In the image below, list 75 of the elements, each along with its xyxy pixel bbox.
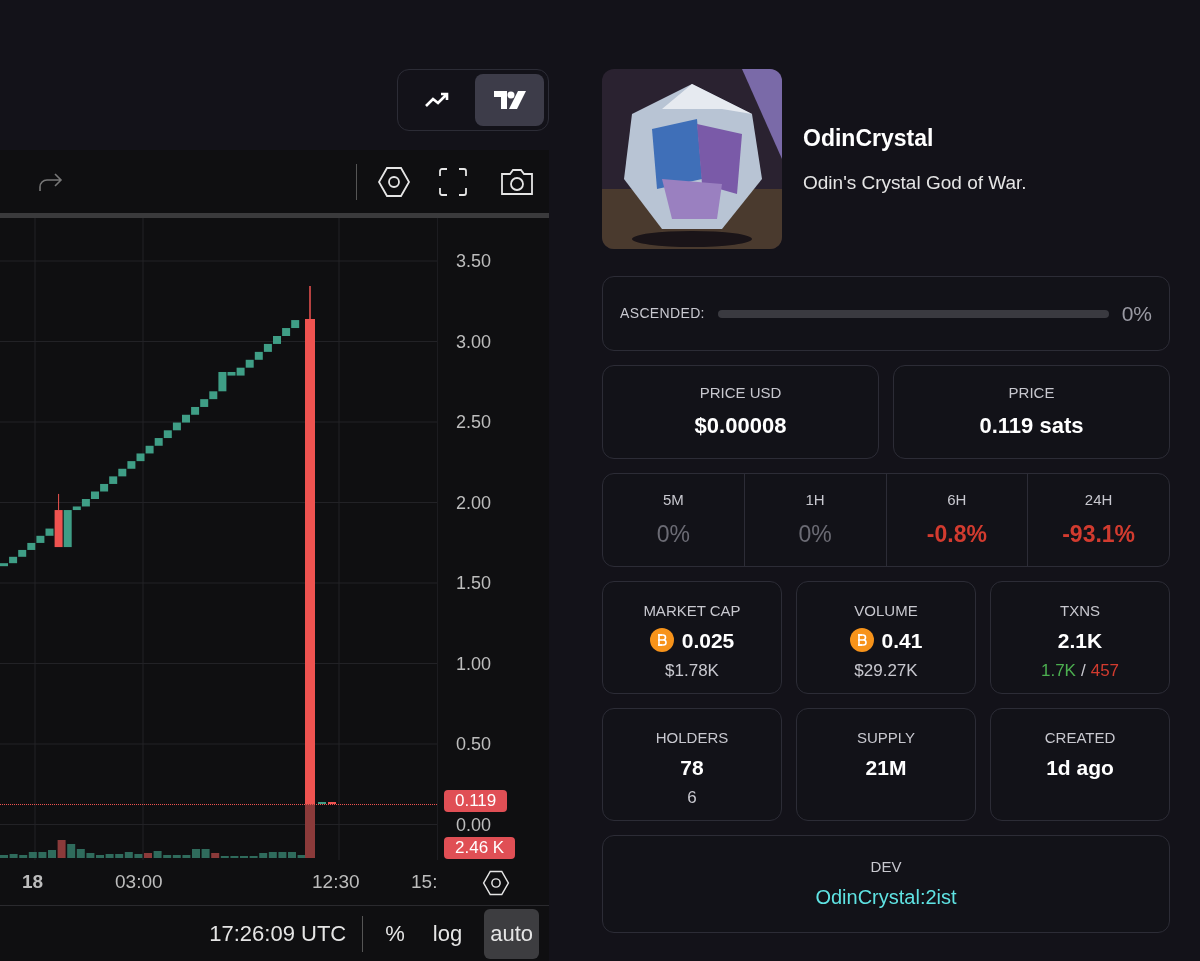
stat-label: VOLUME bbox=[854, 601, 918, 621]
stat-label: HOLDERS bbox=[655, 728, 729, 748]
stat-subvalue: 6 bbox=[687, 787, 697, 809]
price-tick: 1.00 bbox=[456, 654, 492, 673]
price-tick: 1.50 bbox=[456, 574, 492, 592]
price-tick: 0.50 bbox=[456, 735, 492, 753]
stat-value: 78 bbox=[680, 754, 704, 781]
candle bbox=[172, 422, 181, 431]
stat-value: 2.1K bbox=[1057, 627, 1103, 654]
candle bbox=[191, 406, 200, 415]
stat-value: 1d ago bbox=[1046, 754, 1114, 781]
change-value: 0% bbox=[798, 520, 832, 549]
buy-count: 1.7K bbox=[1040, 660, 1076, 682]
stat-value: 0.025 bbox=[681, 627, 735, 654]
candle bbox=[245, 359, 254, 368]
sell-count: 457 bbox=[1090, 660, 1120, 682]
stat-subvalue: $29.27K bbox=[854, 660, 918, 682]
separator-text: / bbox=[1080, 660, 1086, 682]
clock-text: 17:26:09 UTC bbox=[209, 920, 347, 948]
candle bbox=[145, 445, 154, 454]
scale-button[interactable]: auto bbox=[484, 908, 539, 959]
candle bbox=[118, 468, 127, 477]
price-tick: 2.00 bbox=[456, 493, 492, 512]
fullscreen-icon[interactable] bbox=[439, 167, 467, 196]
dev-label: DEV bbox=[870, 856, 902, 877]
progress-reading: 0% bbox=[1121, 300, 1152, 327]
dev-link[interactable]: OdinCrystal:2ist bbox=[815, 882, 957, 913]
token-name: OdinCrystal bbox=[803, 123, 935, 153]
time-tick: 15: bbox=[411, 870, 438, 895]
scale-button[interactable]: % bbox=[379, 908, 411, 959]
volume-label: 2.46 K bbox=[444, 837, 516, 859]
price-tick: 0.00 bbox=[456, 815, 492, 834]
candle bbox=[100, 483, 109, 492]
camera-icon[interactable] bbox=[499, 167, 535, 196]
axis-settings-icon[interactable] bbox=[482, 868, 510, 897]
candle bbox=[254, 351, 263, 360]
trend-up-icon bbox=[423, 91, 450, 109]
bitcoin-icon bbox=[849, 628, 874, 653]
ascended-label: ASCENDED: bbox=[620, 304, 705, 323]
period-label: 24H bbox=[1084, 489, 1113, 510]
stat-value: 21M bbox=[865, 754, 907, 781]
stat-subvalue: $1.78K bbox=[665, 660, 719, 682]
time-tick: 18 bbox=[22, 870, 44, 895]
price-label: PRICE USD bbox=[699, 383, 782, 404]
redo-icon[interactable] bbox=[38, 171, 64, 192]
price-tick: 2.50 bbox=[456, 413, 492, 431]
time-tick: 12:30 bbox=[312, 870, 360, 895]
price-tick: 3.00 bbox=[456, 332, 492, 351]
settings-icon[interactable] bbox=[377, 164, 411, 199]
token-description: Odin's Crystal God of War. bbox=[803, 171, 1027, 195]
change-value: -93.1% bbox=[1062, 520, 1136, 549]
time-tick: 03:00 bbox=[115, 870, 163, 895]
candle bbox=[163, 430, 172, 439]
price-tick: 3.50 bbox=[456, 252, 492, 270]
stat-value: 0.41 bbox=[881, 627, 923, 654]
stat-label: MARKET CAP bbox=[643, 601, 741, 621]
scale-button[interactable]: log bbox=[426, 908, 469, 959]
stat-label: SUPPLY bbox=[856, 728, 916, 748]
logo-icon bbox=[493, 91, 526, 109]
price-value: $0.00008 bbox=[694, 411, 787, 440]
change-value: -0.8% bbox=[926, 520, 987, 549]
last-price-label: 0.119 bbox=[444, 790, 508, 812]
price-value: 0.119 sats bbox=[979, 411, 1084, 440]
candle bbox=[291, 320, 300, 329]
period-label: 5M bbox=[662, 489, 684, 510]
candle bbox=[263, 343, 272, 352]
bitcoin-icon bbox=[649, 628, 674, 653]
period-label: 6H bbox=[947, 489, 967, 510]
price-label: PRICE bbox=[1008, 383, 1055, 404]
period-label: 1H bbox=[805, 489, 825, 510]
stat-label: TXNS bbox=[1060, 601, 1100, 621]
candle bbox=[136, 453, 145, 462]
candle-chart-button[interactable] bbox=[475, 74, 544, 126]
change-value: 0% bbox=[656, 520, 690, 549]
stat-label: CREATED bbox=[1044, 728, 1116, 748]
